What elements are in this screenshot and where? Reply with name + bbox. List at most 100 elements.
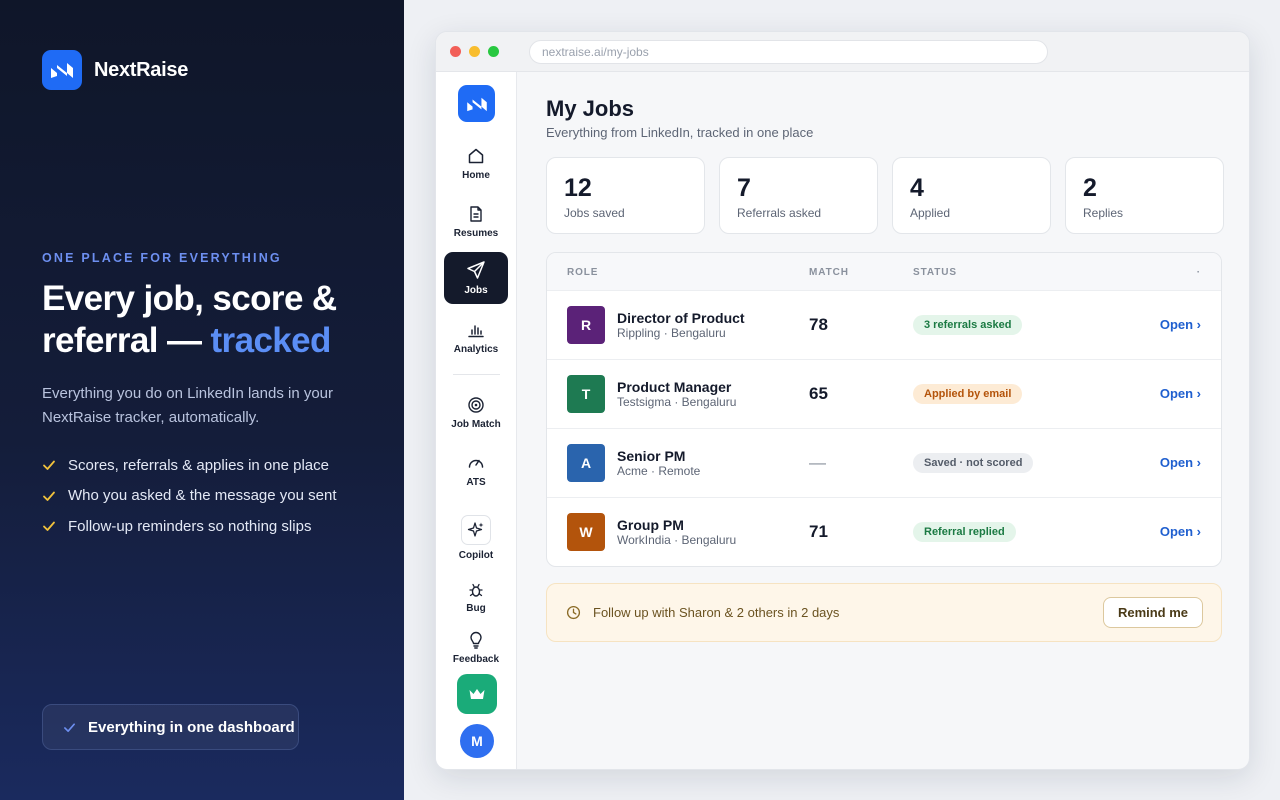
- hero-lede: Everything you do on LinkedIn lands in y…: [42, 385, 334, 426]
- hero-eyebrow: ONE PLACE FOR EVERYTHING: [42, 251, 282, 265]
- table-row[interactable]: A Senior PM Acme · Remote — Saved · not …: [547, 429, 1221, 498]
- nav-label: Bug: [466, 603, 486, 614]
- nav-label: Job Match: [451, 419, 501, 430]
- role-company: Acme · Remote: [617, 464, 701, 478]
- role-title: Product Manager: [617, 379, 732, 395]
- stats-row: 12 Jobs saved 7 Referrals asked 4 Applie…: [546, 157, 1224, 234]
- stat-label: Applied: [910, 206, 951, 220]
- column-header-action: ·: [1196, 267, 1201, 278]
- match-score: —: [809, 453, 826, 472]
- stat-card-applied: 4 Applied: [892, 157, 1051, 234]
- headline-accent: tracked: [210, 321, 332, 360]
- nav-ats[interactable]: ATS: [444, 445, 508, 497]
- gauge-icon: [468, 459, 484, 468]
- stat-card-referrals-asked: 7 Referrals asked: [719, 157, 878, 234]
- table-row[interactable]: T Product Manager Testsigma · Bengaluru …: [547, 360, 1221, 429]
- dashboard-badge-label: Everything in one dashboard: [88, 718, 295, 736]
- clock-icon: [566, 605, 581, 620]
- page-subtitle: Everything from LinkedIn, tracked in one…: [546, 125, 814, 140]
- sidebar-divider: [453, 374, 500, 375]
- copilot-icon-box: [461, 515, 491, 545]
- feature-list: Scores, referrals & applies in one place…: [42, 450, 336, 542]
- role-company: Rippling · Bengaluru: [617, 326, 726, 340]
- column-header-role: ROLE: [567, 267, 599, 278]
- stat-value: 2: [1083, 174, 1097, 202]
- open-job-link[interactable]: Open ›: [1160, 386, 1201, 401]
- check-icon: [43, 460, 55, 471]
- nav-home[interactable]: Home: [444, 138, 508, 190]
- stat-card-replies: 2 Replies: [1065, 157, 1224, 234]
- stat-value: 4: [910, 174, 924, 202]
- column-header-status: STATUS: [913, 267, 957, 278]
- hero-panel: NextRaise ONE PLACE FOR EVERYTHING Every…: [0, 0, 404, 800]
- company-logo: R: [567, 306, 605, 344]
- role-title: Director of Product: [617, 310, 745, 326]
- nav-label: Home: [462, 170, 490, 181]
- table-row[interactable]: W Group PM WorkIndia · Bengaluru 71 Refe…: [547, 498, 1221, 566]
- nav-job-match[interactable]: Job Match: [444, 387, 508, 439]
- document-icon: [470, 206, 482, 222]
- open-job-link[interactable]: Open ›: [1160, 455, 1201, 470]
- nav-resumes[interactable]: Resumes: [444, 196, 508, 248]
- feature-label: Who you asked & the message you sent: [68, 487, 337, 505]
- nav-jobs[interactable]: Jobs: [444, 252, 508, 304]
- address-bar[interactable]: nextraise.ai/my-jobs: [529, 39, 1048, 64]
- check-icon: [64, 722, 75, 732]
- role-title: Senior PM: [617, 448, 686, 464]
- sparkle-icon: [467, 522, 484, 537]
- nav-label: Jobs: [464, 285, 488, 296]
- table-row[interactable]: R Director of Product Rippling · Bengalu…: [547, 291, 1221, 360]
- company-logo: W: [567, 513, 605, 551]
- stat-card-jobs-saved: 12 Jobs saved: [546, 157, 705, 234]
- nav-label: Feedback: [452, 654, 500, 665]
- status-badge: Referral replied: [913, 522, 1016, 542]
- nav-copilot[interactable]: Copilot: [444, 508, 508, 568]
- stat-value: 12: [564, 174, 592, 202]
- open-job-link[interactable]: Open ›: [1160, 317, 1201, 332]
- nav-bug[interactable]: Bug: [444, 574, 508, 622]
- stat-label: Replies: [1083, 206, 1124, 220]
- page-title: My Jobs: [546, 96, 635, 121]
- crown-icon: [469, 689, 485, 699]
- nav-analytics[interactable]: Analytics: [444, 312, 508, 364]
- maximize-window-button[interactable]: [488, 46, 499, 57]
- upgrade-button[interactable]: [457, 674, 497, 714]
- feature-item: Who you asked & the message you sent: [42, 481, 336, 512]
- open-job-link[interactable]: Open ›: [1160, 524, 1201, 539]
- company-logo: A: [567, 444, 605, 482]
- avatar[interactable]: M: [460, 724, 494, 758]
- nav-label: Copilot: [458, 550, 494, 561]
- nav-label: ATS: [466, 477, 486, 488]
- feature-label: Scores, referrals & applies in one place: [68, 456, 329, 474]
- status-badge: 3 referrals asked: [913, 315, 1023, 335]
- remind-me-button[interactable]: Remind me: [1103, 597, 1203, 628]
- brand-name: NextRaise: [94, 58, 189, 81]
- match-score: 71: [809, 522, 828, 541]
- role-company: Testsigma · Bengaluru: [617, 395, 737, 409]
- status-badge: Applied by email: [913, 384, 1023, 404]
- reminder-text: Follow up with Sharon & 2 others in 2 da…: [593, 605, 840, 620]
- lightbulb-icon: [470, 631, 482, 649]
- company-logo: T: [567, 375, 605, 413]
- check-icon: [43, 491, 55, 501]
- stat-value: 7: [737, 174, 751, 202]
- app-logo-icon[interactable]: [458, 85, 495, 122]
- bar-chart-icon: [468, 325, 484, 338]
- feature-label: Follow-up reminders so nothing slips: [68, 517, 312, 535]
- brand: NextRaise: [42, 50, 188, 90]
- nav-feedback[interactable]: Feedback: [444, 624, 508, 672]
- match-score: 65: [809, 384, 828, 403]
- app-sidebar: Home Resumes Jobs Analytics Job Match AT…: [436, 72, 517, 769]
- status-badge: Saved · not scored: [913, 453, 1034, 473]
- browser-chrome: nextraise.ai/my-jobs: [436, 32, 1249, 72]
- role-company: WorkIndia · Bengaluru: [617, 533, 737, 547]
- hero-headline: Every job, score & referral — tracked: [42, 278, 382, 362]
- table-header: ROLE MATCH STATUS ·: [547, 253, 1221, 291]
- home-icon: [468, 148, 484, 164]
- check-icon: [43, 521, 55, 532]
- nav-label: Analytics: [453, 344, 499, 355]
- close-window-button[interactable]: [450, 46, 461, 57]
- dashboard-badge: Everything in one dashboard: [42, 704, 299, 750]
- minimize-window-button[interactable]: [469, 46, 480, 57]
- nav-label: Resumes: [453, 228, 499, 239]
